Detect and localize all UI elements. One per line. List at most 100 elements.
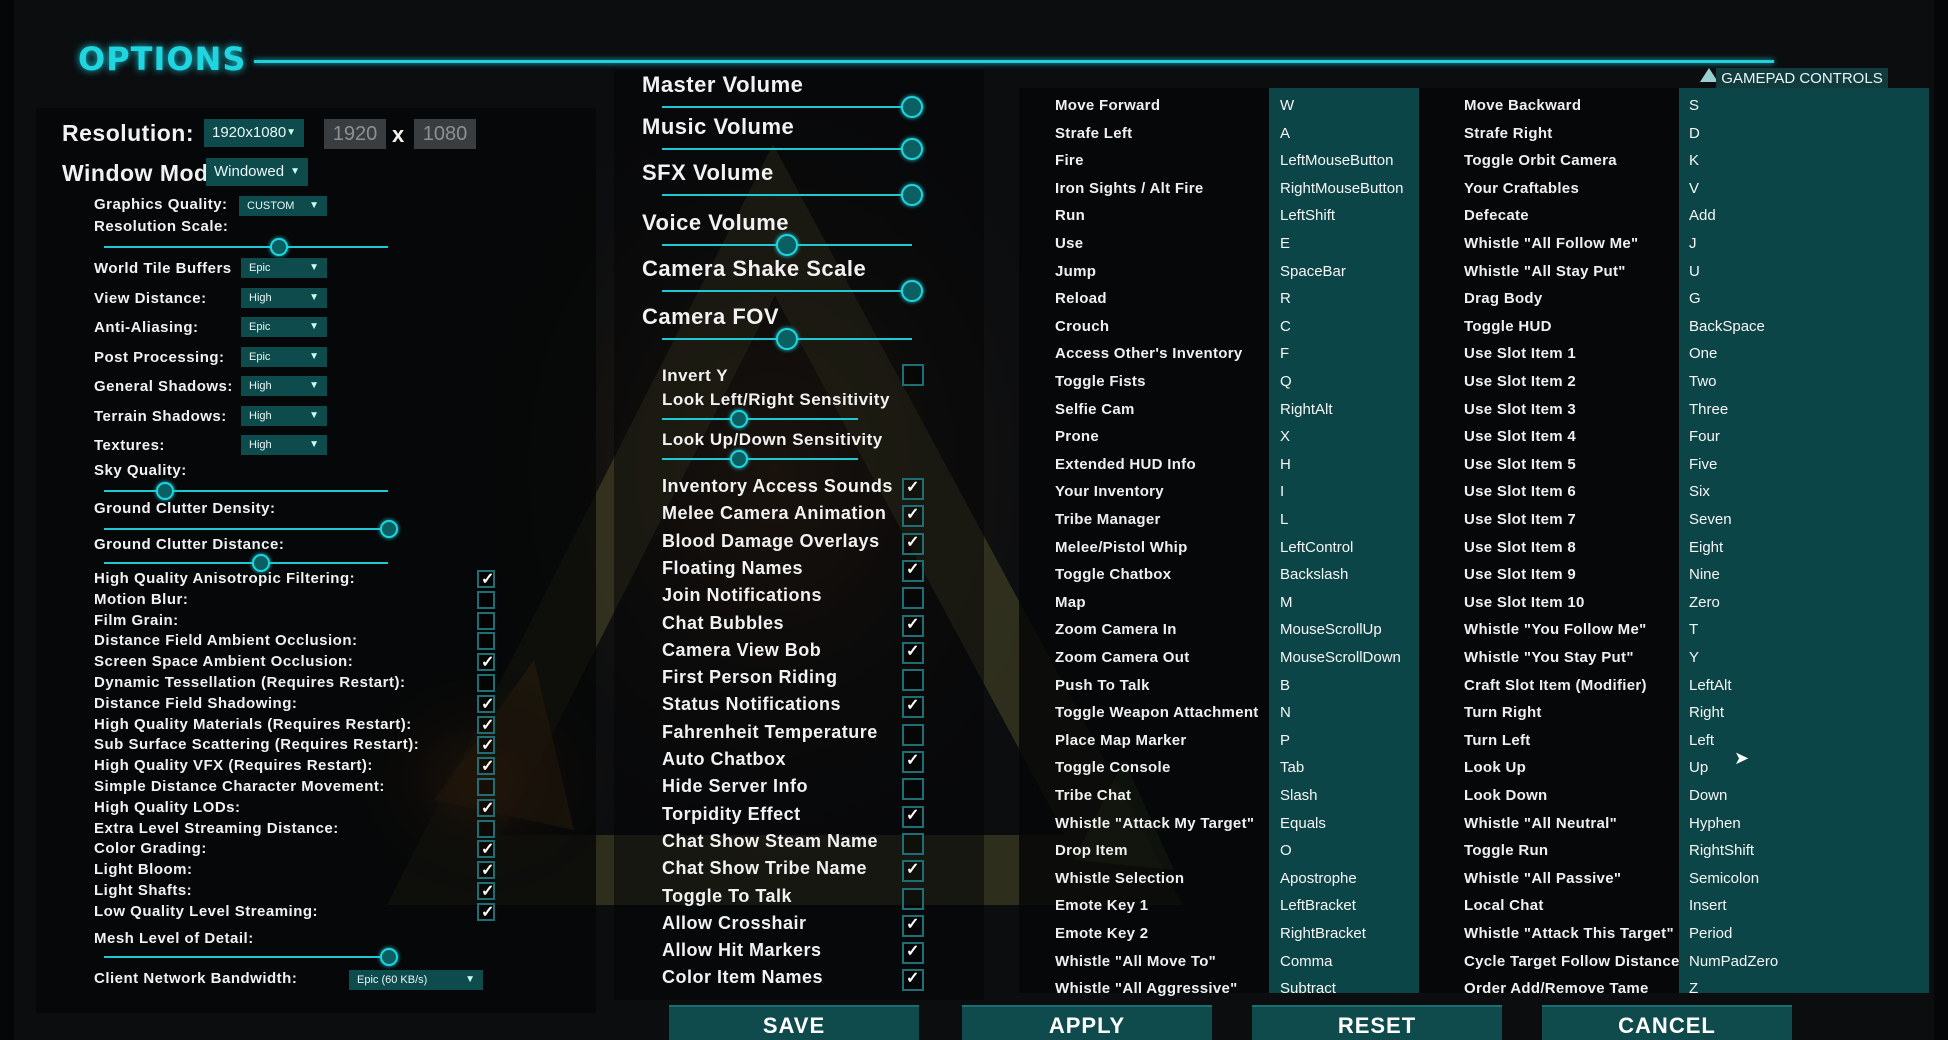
- invert-y-checkbox[interactable]: [902, 364, 924, 386]
- keybind-key[interactable]: K: [1689, 152, 1699, 169]
- keybind-key[interactable]: Backslash: [1280, 566, 1348, 583]
- keybind-key[interactable]: L: [1280, 511, 1288, 528]
- quality-row-dropdown[interactable]: High ▼: [241, 287, 327, 308]
- graphics-toggle-checkbox[interactable]: [477, 756, 495, 776]
- keybind-key[interactable]: Down: [1689, 787, 1727, 804]
- keybind-key[interactable]: LeftShift: [1280, 207, 1335, 224]
- sfx-volume-knob[interactable]: [901, 184, 923, 206]
- cancel-button[interactable]: CANCEL: [1542, 1005, 1792, 1040]
- keybind-key[interactable]: R: [1280, 290, 1291, 307]
- keybind-key[interactable]: A: [1280, 125, 1290, 142]
- keybind-key[interactable]: Subtract: [1280, 980, 1336, 997]
- keybind-key[interactable]: Slash: [1280, 787, 1318, 804]
- keybind-key[interactable]: S: [1689, 97, 1699, 114]
- ground-clutter-density-knob[interactable]: [380, 520, 398, 538]
- keybind-key[interactable]: Nine: [1689, 566, 1720, 583]
- bandwidth-dropdown[interactable]: Epic (60 KB/s) ▼: [349, 970, 483, 990]
- graphics-toggle-checkbox[interactable]: [477, 632, 495, 651]
- keybind-key[interactable]: Semicolon: [1689, 870, 1759, 887]
- graphics-toggle-checkbox[interactable]: [477, 798, 495, 818]
- camera-shake-scale-slider[interactable]: [662, 290, 912, 292]
- music-volume-slider[interactable]: [662, 148, 912, 150]
- keybind-key[interactable]: Comma: [1280, 953, 1333, 970]
- quality-row-dropdown[interactable]: Epic ▼: [241, 258, 327, 278]
- keybind-key[interactable]: T: [1689, 621, 1698, 638]
- keybind-key[interactable]: LeftMouseButton: [1280, 152, 1393, 169]
- voice-volume-knob[interactable]: [776, 234, 798, 256]
- gameplay-toggle-checkbox[interactable]: [902, 914, 924, 937]
- keybind-key[interactable]: BackSpace: [1689, 318, 1765, 335]
- keybind-key[interactable]: MouseScrollUp: [1280, 621, 1382, 638]
- keybind-key[interactable]: J: [1689, 235, 1697, 252]
- gameplay-toggle-checkbox[interactable]: [902, 968, 924, 992]
- keybind-key[interactable]: Add: [1689, 207, 1716, 224]
- keybind-key[interactable]: Period: [1689, 925, 1732, 942]
- keybind-key[interactable]: G: [1689, 290, 1701, 307]
- resolution-scale-slider[interactable]: [104, 246, 388, 248]
- keybind-key[interactable]: Insert: [1689, 897, 1727, 914]
- graphics-toggle-checkbox[interactable]: [477, 694, 495, 714]
- graphics-toggle-checkbox[interactable]: [477, 860, 495, 880]
- mesh-lod-slider[interactable]: [104, 956, 388, 958]
- keybind-key[interactable]: P: [1280, 732, 1290, 749]
- graphics-quality-dropdown[interactable]: CUSTOM ▼: [239, 196, 327, 216]
- gameplay-toggle-checkbox[interactable]: [902, 859, 924, 883]
- graphics-toggle-checkbox[interactable]: [477, 674, 495, 692]
- graphics-toggle-checkbox[interactable]: [477, 652, 495, 672]
- sfx-volume-slider[interactable]: [662, 194, 912, 196]
- graphics-toggle-checkbox[interactable]: [477, 881, 495, 901]
- keybind-key[interactable]: U: [1689, 263, 1700, 280]
- keybind-key[interactable]: X: [1280, 428, 1290, 445]
- keybind-key[interactable]: RightShift: [1689, 842, 1754, 859]
- gameplay-toggle-checkbox[interactable]: [902, 832, 924, 855]
- gameplay-toggle-checkbox[interactable]: [902, 669, 924, 692]
- keybind-key[interactable]: D: [1689, 125, 1700, 142]
- gameplay-toggle-checkbox[interactable]: [902, 641, 924, 664]
- keybind-key[interactable]: Five: [1689, 456, 1717, 473]
- quality-row-dropdown[interactable]: High ▼: [241, 435, 327, 455]
- gameplay-toggle-checkbox[interactable]: [902, 559, 924, 582]
- music-volume-knob[interactable]: [901, 138, 923, 160]
- keybind-key[interactable]: LeftBracket: [1280, 897, 1356, 914]
- look-ud-slider[interactable]: [662, 458, 858, 460]
- graphics-toggle-checkbox[interactable]: [477, 819, 495, 838]
- keybind-key[interactable]: RightBracket: [1280, 925, 1366, 942]
- gameplay-toggle-checkbox[interactable]: [902, 805, 924, 828]
- look-lr-knob[interactable]: [730, 410, 748, 428]
- camera-fov-knob[interactable]: [776, 328, 798, 350]
- graphics-toggle-checkbox[interactable]: [477, 569, 495, 589]
- master-volume-knob[interactable]: [901, 96, 923, 118]
- keybind-key[interactable]: I: [1280, 483, 1284, 500]
- gameplay-toggle-checkbox[interactable]: [902, 587, 924, 610]
- gameplay-toggle-checkbox[interactable]: [902, 477, 924, 500]
- look-ud-knob[interactable]: [730, 450, 748, 468]
- keybind-key[interactable]: LeftControl: [1280, 539, 1353, 556]
- keybind-key[interactable]: Six: [1689, 483, 1710, 500]
- keybind-key[interactable]: Zero: [1689, 594, 1720, 611]
- ground-clutter-distance-slider[interactable]: [104, 562, 388, 564]
- master-volume-slider[interactable]: [662, 106, 912, 108]
- keybind-key[interactable]: F: [1280, 345, 1289, 362]
- apply-button[interactable]: APPLY: [962, 1005, 1212, 1040]
- quality-row-dropdown[interactable]: Epic ▼: [241, 346, 327, 367]
- gameplay-toggle-checkbox[interactable]: [902, 723, 924, 746]
- resolution-dropdown[interactable]: 1920x1080 ▼: [204, 119, 304, 147]
- ground-clutter-density-slider[interactable]: [104, 528, 388, 530]
- keybind-key[interactable]: C: [1280, 318, 1291, 335]
- mesh-lod-knob[interactable]: [380, 948, 398, 966]
- keybind-key[interactable]: LeftAlt: [1689, 677, 1732, 694]
- gameplay-toggle-checkbox[interactable]: [902, 504, 924, 528]
- look-lr-slider[interactable]: [662, 418, 858, 420]
- keybind-key[interactable]: Z: [1689, 980, 1698, 997]
- graphics-toggle-checkbox[interactable]: [477, 902, 495, 922]
- keybind-key[interactable]: Y: [1689, 649, 1699, 666]
- keybind-key[interactable]: SpaceBar: [1280, 263, 1346, 280]
- keybind-key[interactable]: Left: [1689, 732, 1714, 749]
- gameplay-toggle-checkbox[interactable]: [902, 750, 924, 773]
- quality-row-dropdown[interactable]: High ▼: [241, 405, 327, 426]
- keybind-key[interactable]: Two: [1689, 373, 1717, 390]
- keybind-key[interactable]: Tab: [1280, 759, 1304, 776]
- gameplay-toggle-checkbox[interactable]: [902, 614, 924, 637]
- resolution-height-field[interactable]: 1080: [414, 119, 476, 149]
- keybind-key[interactable]: N: [1280, 704, 1291, 721]
